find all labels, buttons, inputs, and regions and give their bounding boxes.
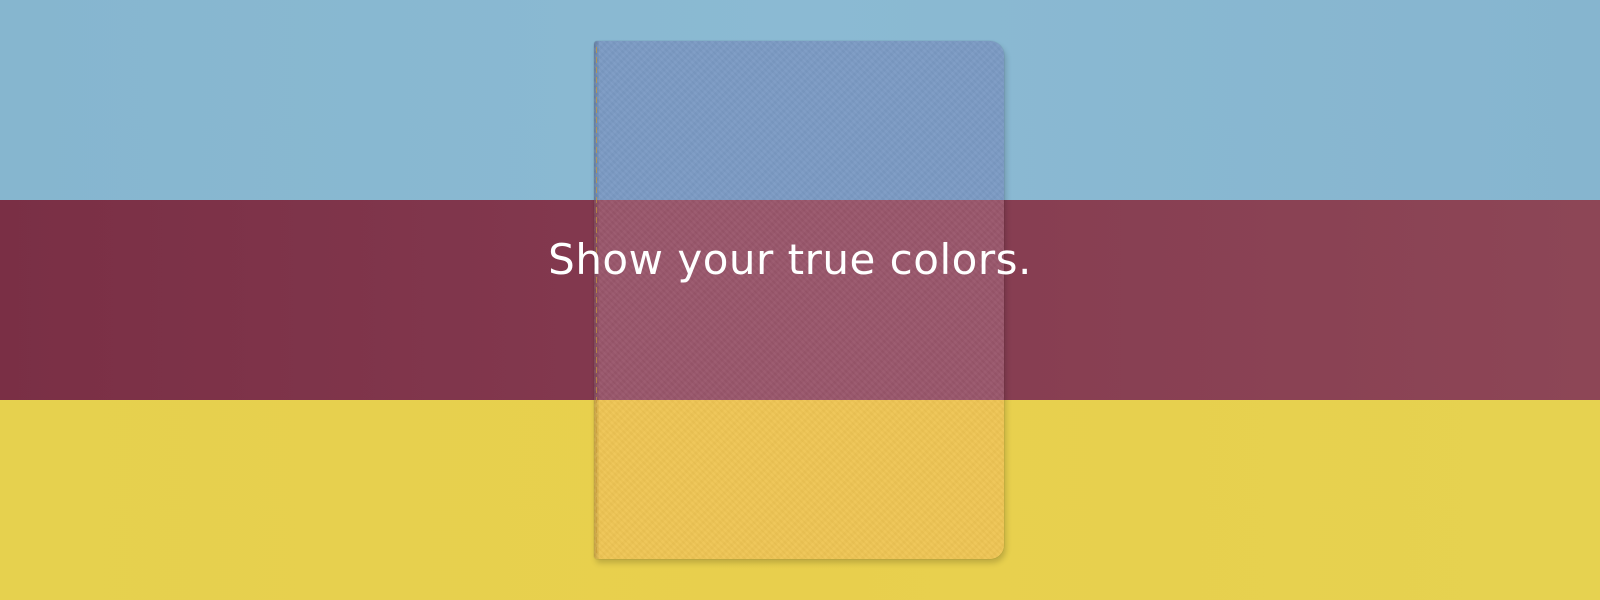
headline-text: Show your true colors. (548, 235, 1032, 284)
notebook-paper-texture (594, 41, 1004, 559)
notebook-stitching (596, 47, 597, 553)
hero-banner: Show your true colors. (0, 0, 1600, 600)
notebook-image (594, 41, 1004, 559)
